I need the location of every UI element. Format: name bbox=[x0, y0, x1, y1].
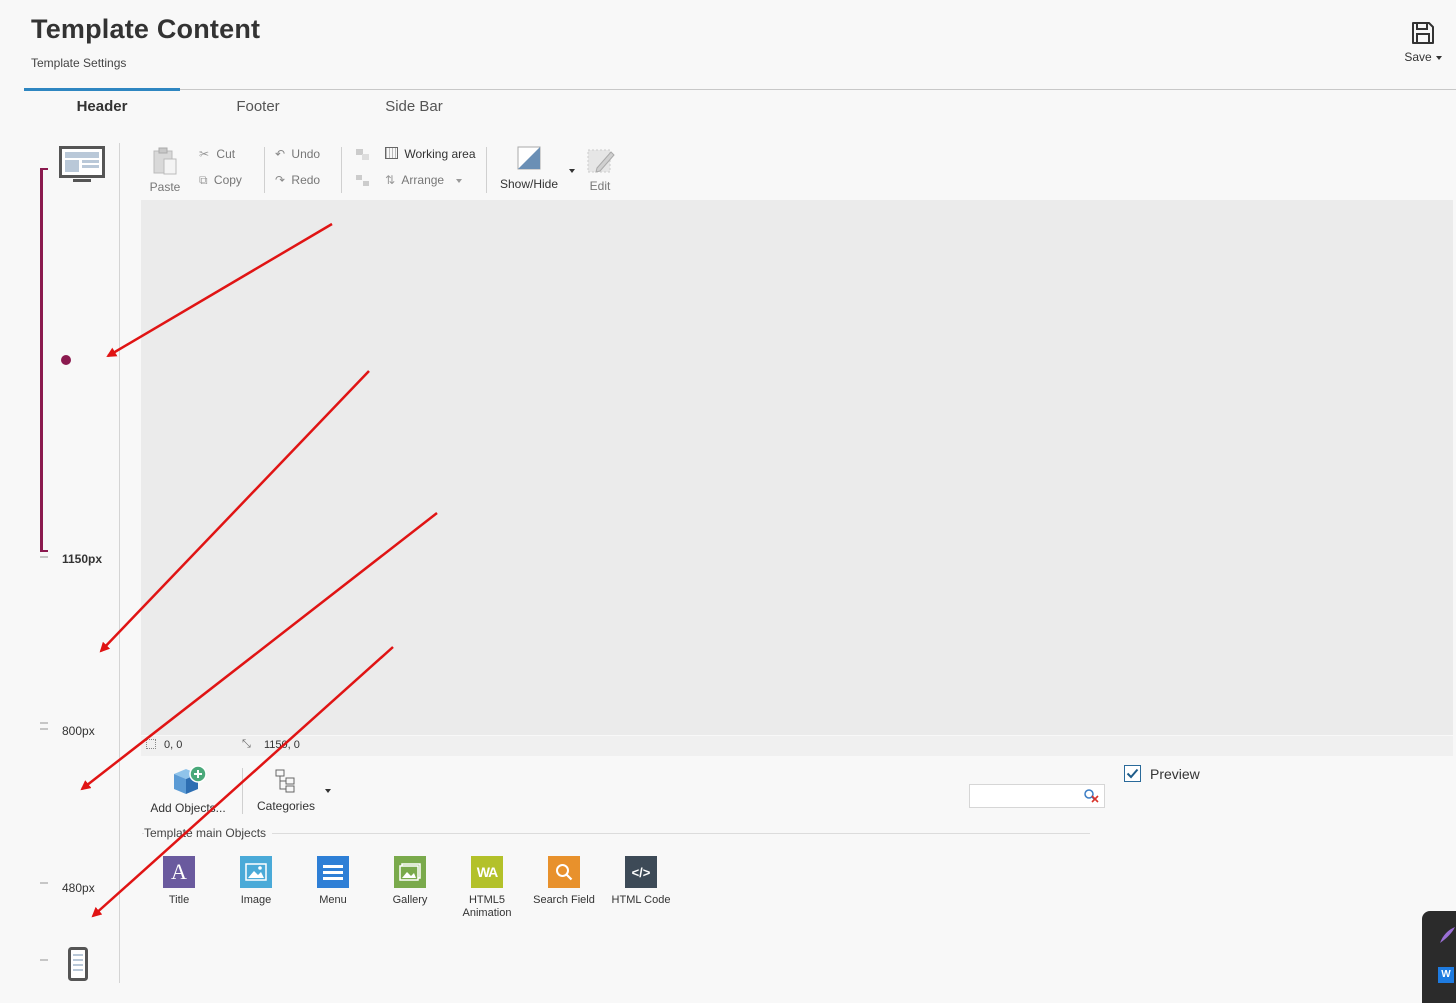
annotation-arrows bbox=[80, 222, 438, 918]
annotation-arrow bbox=[80, 512, 438, 791]
annotation-arrow bbox=[91, 646, 394, 918]
annotation-arrow bbox=[106, 222, 333, 358]
annotation-arrow bbox=[99, 370, 370, 653]
